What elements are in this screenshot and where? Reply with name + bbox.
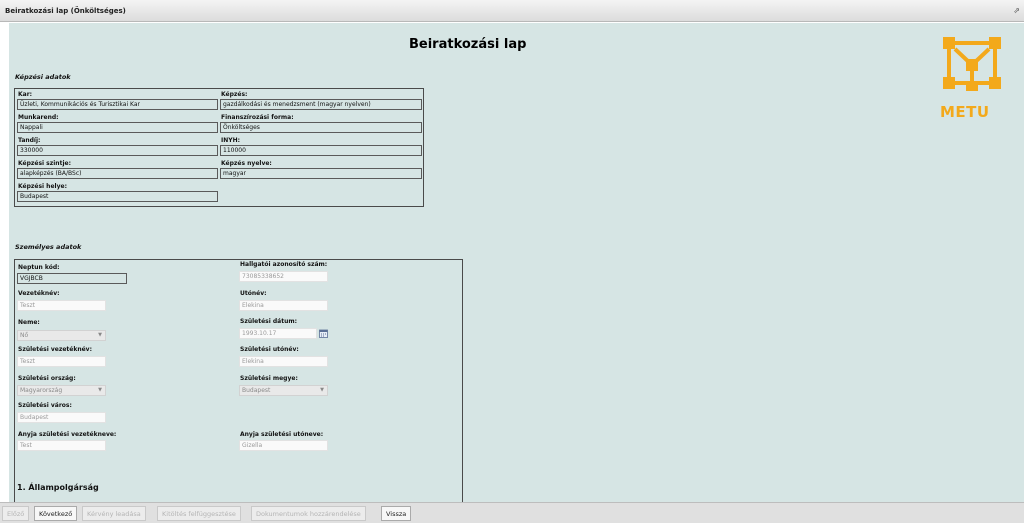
metu-logo-text: METU	[940, 103, 990, 121]
calendar-icon[interactable]	[319, 329, 328, 338]
szuletesi-datum-field[interactable]: 1993.10.17	[239, 328, 317, 339]
kar-label: Kar:	[18, 91, 33, 98]
szul-varos-field[interactable]: Budapest	[17, 412, 106, 423]
kepzes-label: Képzés:	[221, 91, 248, 98]
chevron-down-icon: ▼	[98, 332, 102, 338]
elozo-button[interactable]: Előző	[2, 506, 30, 521]
szul-utonev-label: Születési utónév:	[240, 346, 299, 353]
vezeteknev-field[interactable]: Teszt	[17, 300, 106, 311]
neme-select[interactable]: Nő ▼	[17, 330, 106, 341]
kepzes-value: gazdálkodási és menedzsment (magyar nyel…	[220, 99, 422, 110]
kepzesi-hely-value: Budapest	[17, 191, 218, 202]
munkarend-label: Munkarend:	[18, 114, 59, 121]
szul-orszag-label: Születési ország:	[18, 375, 76, 382]
window-title: Beiratkozási lap (Önköltséges)	[5, 7, 126, 15]
anyja-vezeteknev-label: Anyja születési vezetékneve:	[18, 431, 117, 438]
szuletesi-datum-label: Születési dátum:	[240, 318, 297, 325]
restore-icon[interactable]: ⇗	[1013, 6, 1020, 15]
chevron-down-icon: ▼	[320, 387, 324, 393]
vissza-button[interactable]: Vissza	[381, 506, 412, 521]
utonev-field[interactable]: Elekina	[239, 300, 328, 311]
window-titlebar: Beiratkozási lap (Önköltséges) ⇗	[0, 0, 1024, 22]
anyja-utonev-field[interactable]: Gizella	[239, 440, 328, 451]
utonev-label: Utónév:	[240, 290, 267, 297]
szul-utonev-field[interactable]: Elekina	[239, 356, 328, 367]
kerveny-leadasa-button[interactable]: Kérvény leadása	[82, 506, 146, 521]
finanszirozas-label: Finanszírozási forma:	[221, 114, 294, 121]
hallgatoi-azonosito-label: Hallgatói azonosító szám:	[240, 261, 328, 268]
kepzesi-szint-value: alapképzés (BA/BSc)	[17, 168, 218, 179]
tandij-value: 330000	[17, 145, 218, 156]
left-strip	[0, 23, 9, 502]
page-title: Beiratkozási lap	[409, 37, 527, 52]
hallgatoi-azonosito-field[interactable]: 73085338652	[239, 271, 328, 282]
tandij-label: Tandíj:	[18, 137, 41, 144]
chevron-down-icon: ▼	[98, 387, 102, 393]
form-content: Beiratkozási lap METU Képzési adatok Kar…	[9, 23, 1024, 502]
kar-value: Üzleti, Kommunikációs és Turisztikai Kar	[17, 99, 218, 110]
kepzes-nyelve-value: magyar	[220, 168, 422, 179]
section-title-kepzesi: Képzési adatok	[15, 73, 71, 81]
szul-orszag-select-value: Magyarország	[20, 387, 63, 394]
szul-megye-select-value: Budapest	[242, 387, 271, 394]
vezeteknev-label: Vezetéknév:	[18, 290, 60, 297]
szul-vezeteknev-field[interactable]: Teszt	[17, 356, 106, 367]
bottom-nav-bar: Előző Következő Kérvény leadása Kitöltés…	[0, 502, 1024, 523]
szul-megye-select[interactable]: Budapest ▼	[239, 385, 328, 396]
neme-select-value: Nő	[20, 332, 29, 339]
szul-orszag-select[interactable]: Magyarország ▼	[17, 385, 106, 396]
munkarend-value: Nappali	[17, 122, 218, 133]
szul-varos-label: Születési város:	[18, 402, 72, 409]
anyja-vezeteknev-field[interactable]: Test	[17, 440, 106, 451]
kovetkezo-button[interactable]: Következő	[34, 506, 78, 521]
neme-label: Neme:	[18, 319, 40, 326]
kepzes-nyelve-label: Képzés nyelve:	[221, 160, 272, 167]
neptun-value: VGJBCB	[17, 273, 127, 284]
szul-megye-label: Születési megye:	[240, 375, 298, 382]
dokumentumok-hozzarendelese-button[interactable]: Dokumentumok hozzárendelése	[251, 506, 366, 521]
kitoltes-felfuggesztese-button[interactable]: Kitöltés felfüggesztése	[157, 506, 241, 521]
inyh-label: INYH:	[221, 137, 241, 144]
kepzesi-hely-label: Képzési helye:	[18, 183, 67, 190]
szul-vezeteknev-label: Születési vezetéknév:	[18, 346, 92, 353]
anyja-utonev-label: Anyja születési utóneve:	[240, 431, 324, 438]
kepzesi-szint-label: Képzési szintje:	[18, 160, 71, 167]
inyh-value: 110000	[220, 145, 422, 156]
szemelyes-panel	[14, 259, 463, 502]
section-title-szemelyes: Személyes adatok	[15, 243, 82, 251]
allampolgarsag-heading: 1. Állampolgárság	[17, 483, 99, 492]
neptun-label: Neptun kód:	[18, 264, 60, 271]
finanszirozas-value: Önköltséges	[220, 122, 422, 133]
